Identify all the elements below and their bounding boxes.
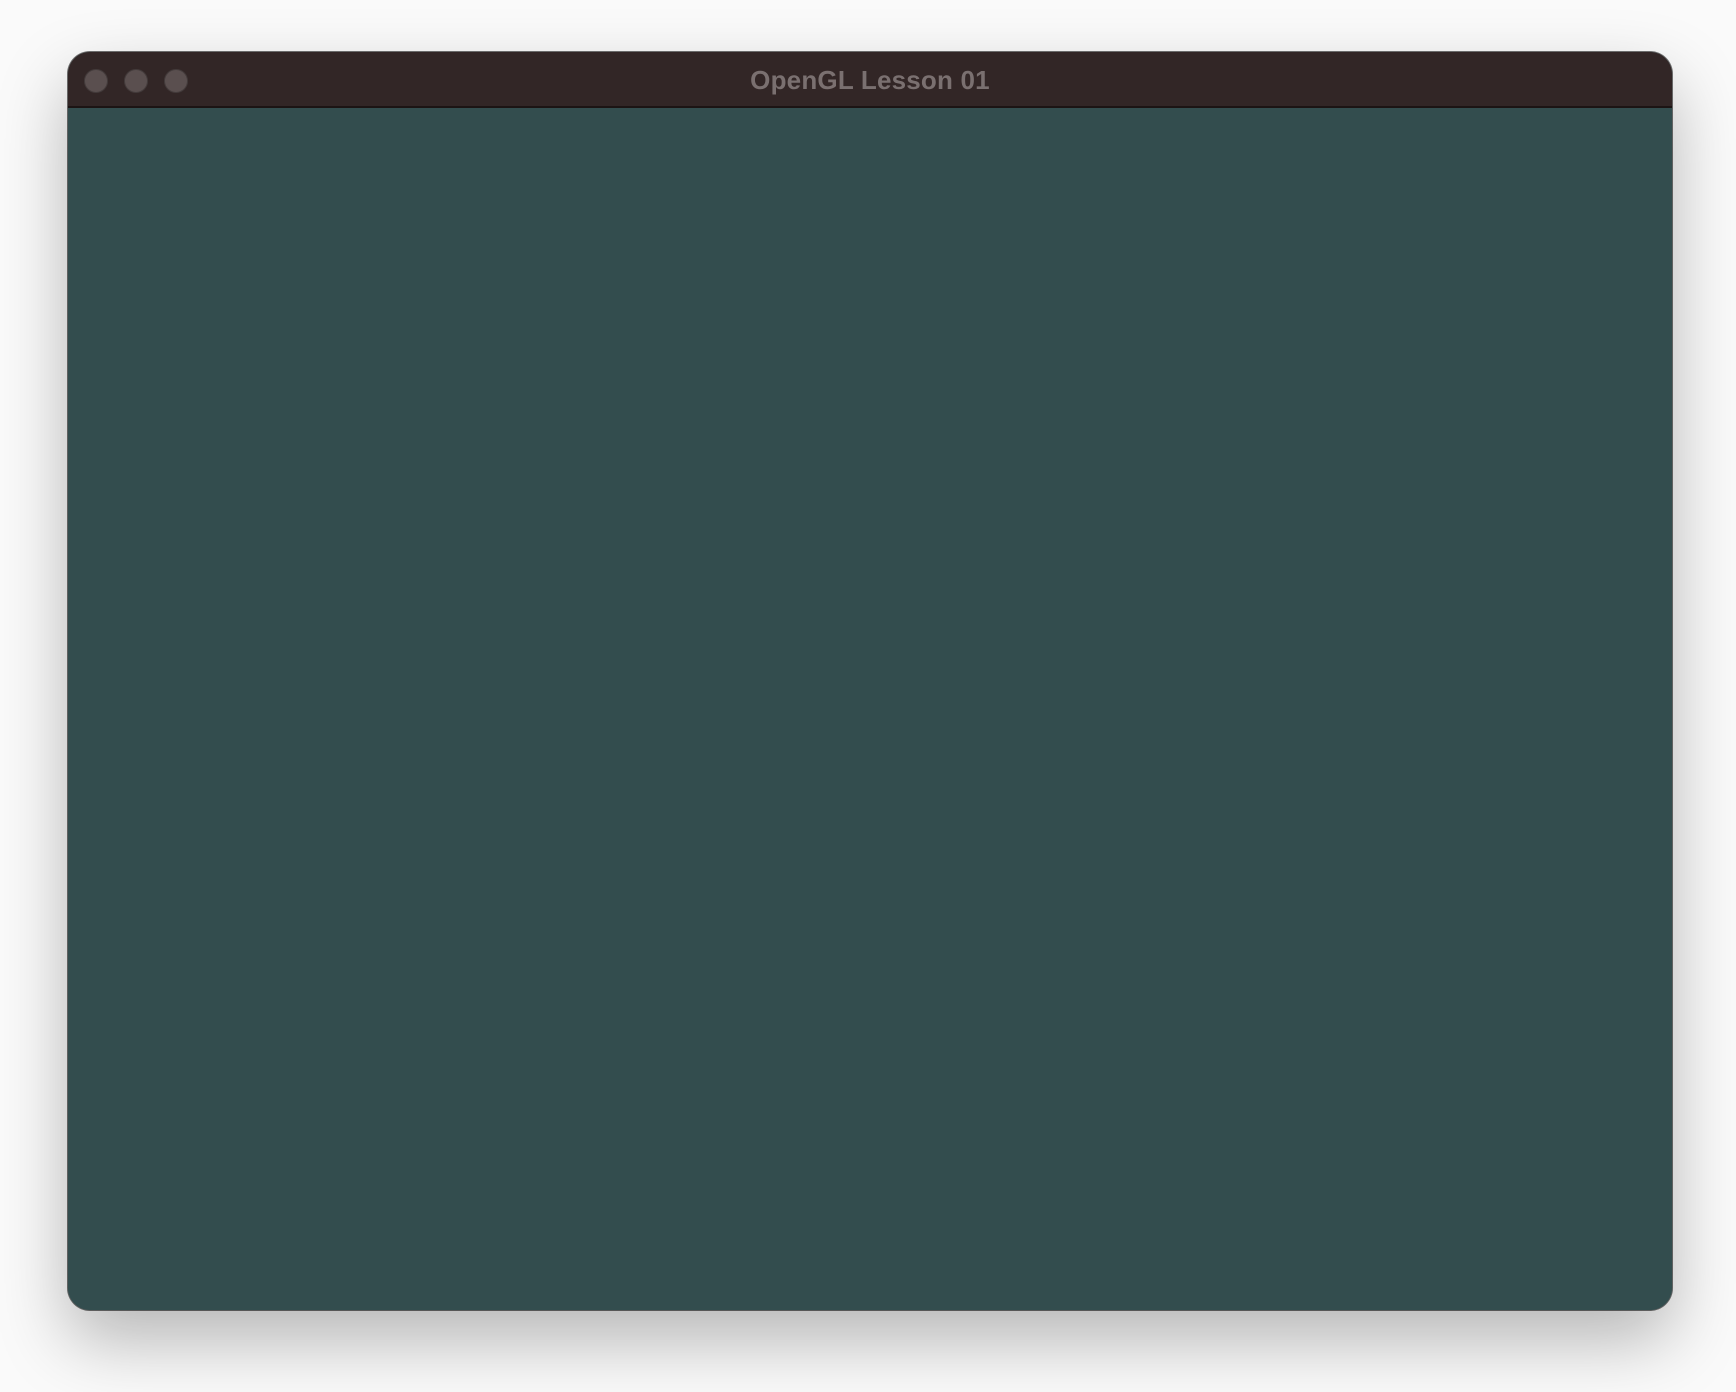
window-title: OpenGL Lesson 01 xyxy=(750,65,990,95)
opengl-viewport[interactable] xyxy=(68,108,1672,1310)
title-bar[interactable]: OpenGL Lesson 01 xyxy=(68,52,1672,108)
app-window: OpenGL Lesson 01 xyxy=(68,52,1672,1310)
